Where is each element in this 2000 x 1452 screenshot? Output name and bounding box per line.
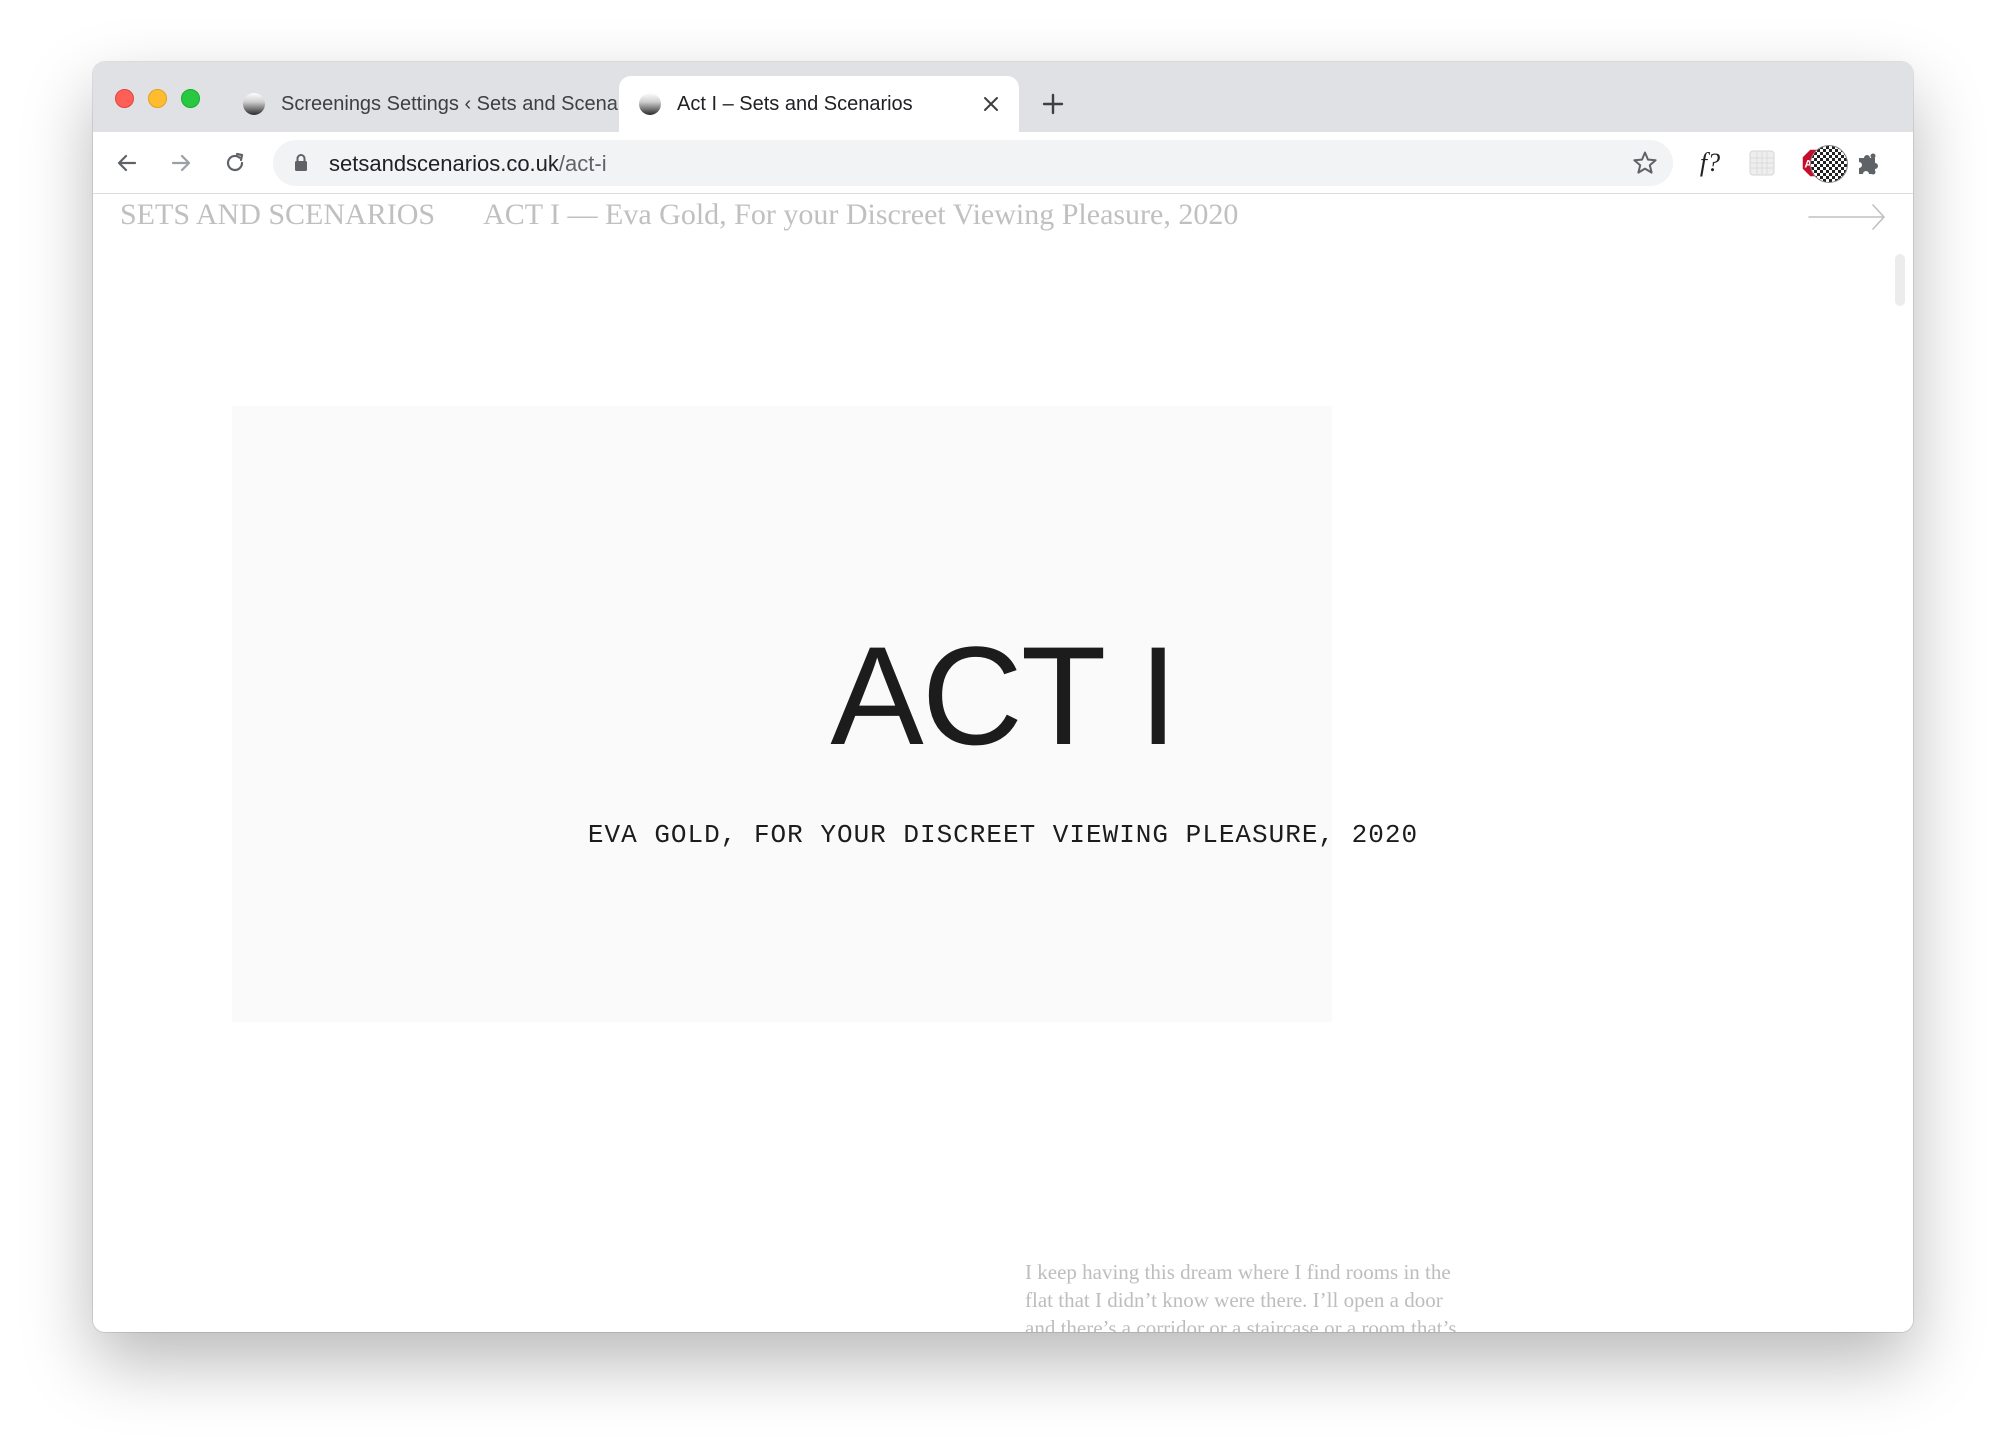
puzzle-icon[interactable] <box>1851 146 1885 180</box>
prose-paragraph: I keep having this dream where I find ro… <box>1025 1260 1457 1332</box>
tab-title: Screenings Settings ‹ Sets and Scenarios <box>281 92 651 115</box>
web-page: SETS AND SCENARIOS ACT I — Eva Gold, For … <box>93 194 1913 1332</box>
tab-title: Act I – Sets and Scenarios <box>677 92 913 115</box>
url-path: /act-i <box>558 151 607 176</box>
act-title: ACT I <box>830 617 1177 774</box>
adblock-icon[interactable]: ABP <box>1799 146 1833 180</box>
reload-icon <box>226 152 244 172</box>
minimize-window-button[interactable] <box>148 89 167 108</box>
site-name-link[interactable]: SETS AND SCENARIOS <box>120 198 435 231</box>
bookmark-star-icon[interactable] <box>1631 149 1659 182</box>
font-finder-icon[interactable]: f? <box>1693 146 1727 180</box>
screen: Screenings Settings ‹ Sets and Scenarios… <box>0 0 2000 1452</box>
extension-grid-icon[interactable] <box>1745 146 1779 180</box>
abp-label: ABP <box>1804 159 1827 171</box>
close-tab-icon[interactable] <box>977 90 1005 118</box>
url-domain: setsandscenarios.co.uk <box>329 151 559 176</box>
arrow-left-icon <box>117 154 137 172</box>
browser-toolbar: setsandscenarios.co.uk/act-i f? ABP <box>93 132 1913 194</box>
plus-icon <box>1042 93 1064 115</box>
forward-button[interactable] <box>165 147 197 179</box>
lock-icon[interactable] <box>293 153 309 178</box>
reload-button[interactable] <box>219 147 251 179</box>
current-act-title: ACT I — Eva Gold, For your Discreet View… <box>483 198 1239 231</box>
maximize-window-button[interactable] <box>181 89 200 108</box>
scrollbar-thumb[interactable] <box>1895 254 1905 306</box>
browser-window: Screenings Settings ‹ Sets and Scenarios… <box>93 62 1913 1332</box>
address-bar[interactable]: setsandscenarios.co.uk/act-i <box>273 140 1673 186</box>
site-header: SETS AND SCENARIOS ACT I — Eva Gold, For … <box>120 198 1238 232</box>
site-favicon-icon <box>639 93 661 115</box>
next-arrow-icon[interactable] <box>1807 200 1887 239</box>
tab-act-i[interactable]: Act I – Sets and Scenarios <box>619 76 1019 132</box>
tab-strip: Screenings Settings ‹ Sets and Scenarios… <box>93 62 1913 132</box>
arrow-right-icon <box>171 154 191 172</box>
font-ext-label: f? <box>1699 148 1721 177</box>
site-favicon-icon <box>243 93 265 115</box>
back-button[interactable] <box>111 147 143 179</box>
url-text: setsandscenarios.co.uk/act-i <box>329 151 607 177</box>
close-window-button[interactable] <box>115 89 134 108</box>
act-subtitle: EVA GOLD, FOR YOUR DISCREET VIEWING PLEA… <box>587 820 1419 850</box>
new-tab-button[interactable] <box>1037 88 1069 120</box>
